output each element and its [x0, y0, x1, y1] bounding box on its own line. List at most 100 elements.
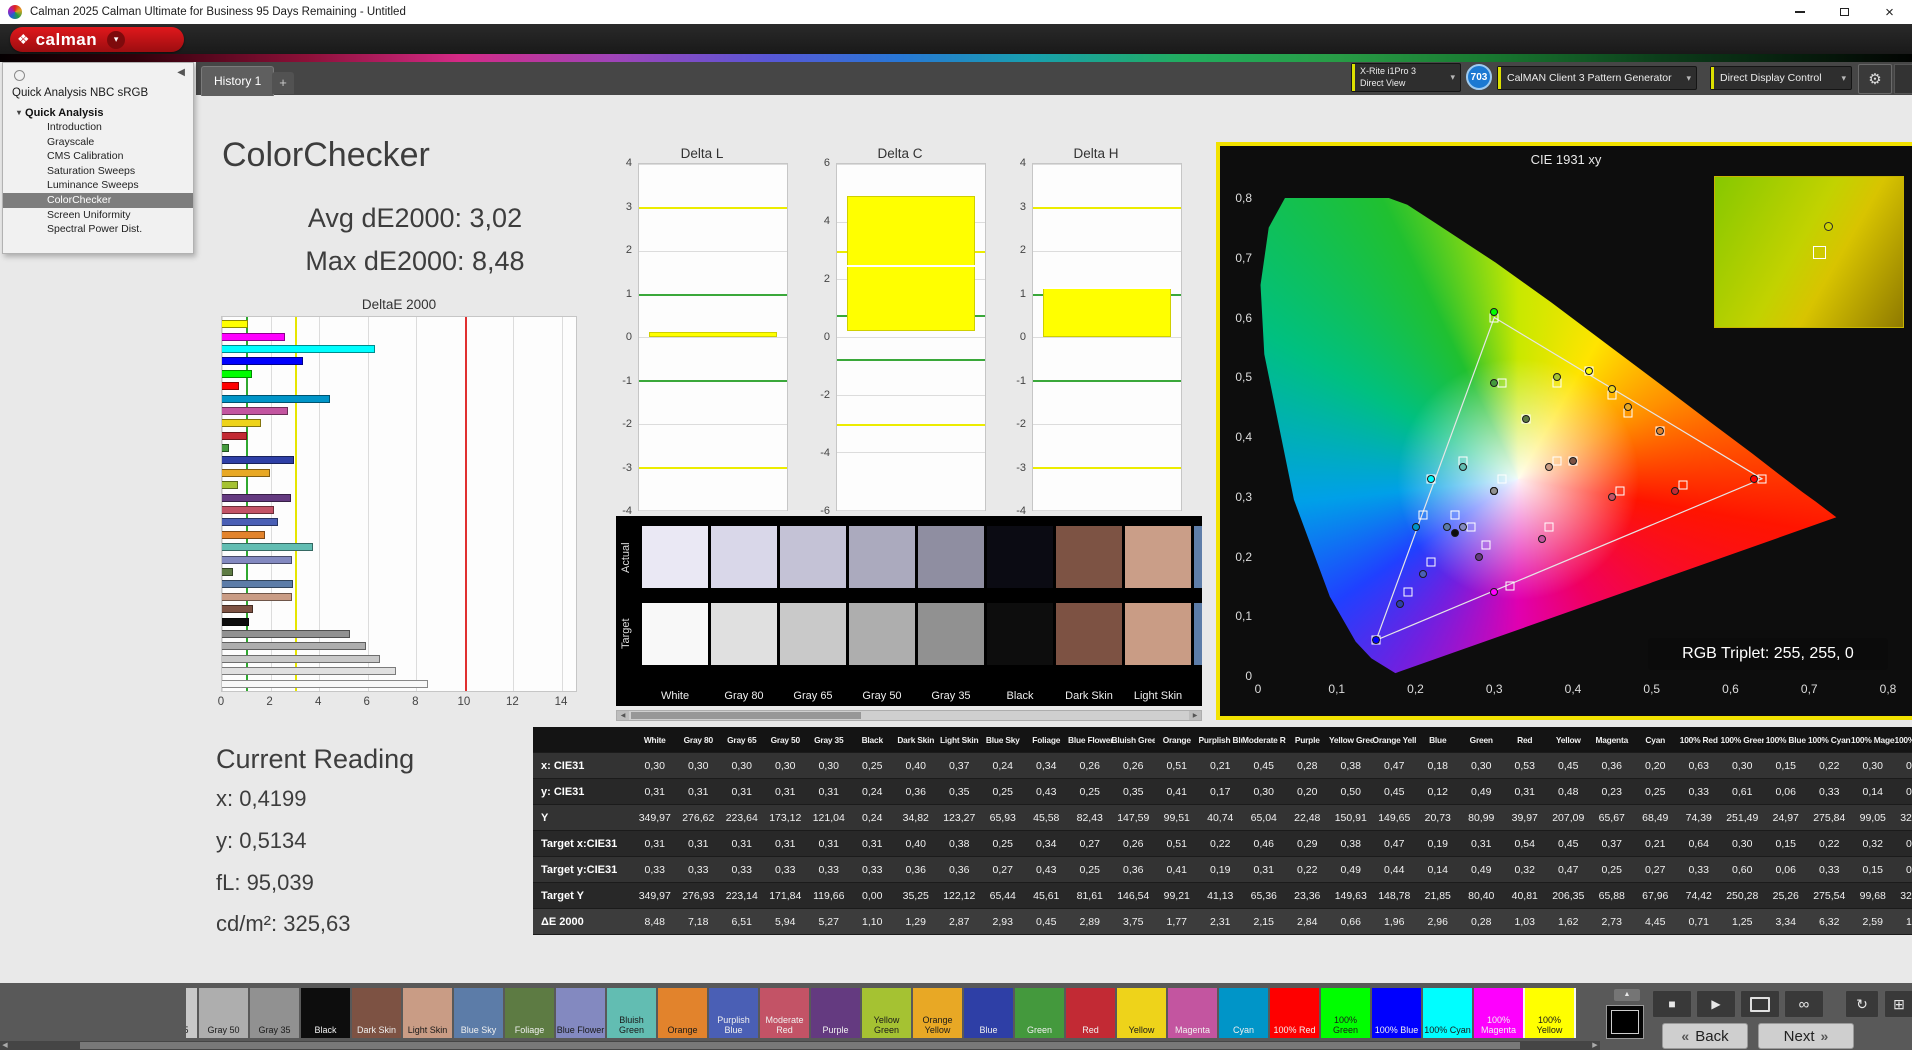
tree-item-cms-calibration[interactable]: CMS Calibration: [3, 149, 193, 164]
strip-patch-blue[interactable]: Blue: [964, 988, 1013, 1038]
target-swatch-gray-50[interactable]: [849, 603, 915, 665]
scroll-right-icon[interactable]: ▶: [1189, 711, 1201, 720]
table-cell: 0,45: [1547, 760, 1591, 772]
play-button[interactable]: ▶: [1696, 990, 1736, 1018]
strip-patch-100-green[interactable]: 100% Green: [1321, 988, 1370, 1038]
strip-patch-magenta[interactable]: Magenta: [1168, 988, 1217, 1038]
pattern-window-button[interactable]: [1606, 1005, 1644, 1039]
meter-reading-badge[interactable]: 703: [1466, 64, 1492, 90]
tree-item-screen-uniformity[interactable]: Screen Uniformity: [3, 208, 193, 223]
stop-button[interactable]: ■: [1652, 990, 1692, 1018]
target-swatch-white[interactable]: [642, 603, 708, 665]
target-swatch-gray-35[interactable]: [918, 603, 984, 665]
target-swatch-dark-skin[interactable]: [1056, 603, 1122, 665]
strip-patch-yellow-green[interactable]: Yellow Green: [862, 988, 911, 1038]
layout-grid-button[interactable]: ⊞: [1884, 990, 1912, 1018]
table-cell: 0,51: [1155, 760, 1199, 772]
actual-swatch-light-skin[interactable]: [1125, 526, 1191, 588]
table-cell: 276,62: [677, 812, 721, 824]
strip-patch-gray-50[interactable]: Gray 50: [199, 988, 248, 1038]
tree-item-spectral-power-dist-[interactable]: Spectral Power Dist.: [3, 222, 193, 237]
display-capture-button[interactable]: [1740, 990, 1780, 1018]
patch-label: Gray 65: [186, 1026, 197, 1036]
strip-patch-gray-35[interactable]: Gray 35: [250, 988, 299, 1038]
strip-patch-dark-skin[interactable]: Dark Skin: [352, 988, 401, 1038]
actual-swatch-dark-skin[interactable]: [1056, 526, 1122, 588]
table-cell: 0,30: [720, 760, 764, 772]
refresh-button[interactable]: ↻: [1845, 990, 1879, 1018]
scrollbar-thumb[interactable]: [80, 1042, 1520, 1049]
main-toolbar: History 1 + X-Rite i1Pro 3 Direct View ▾…: [196, 62, 1912, 95]
actual-swatch-black[interactable]: [987, 526, 1053, 588]
minimize-button[interactable]: [1777, 0, 1822, 24]
app-icon: [8, 5, 22, 19]
strip-patch-moderate-red[interactable]: Moderate Red: [760, 988, 809, 1038]
avg-de2000-value: Avg dE2000: 3,02: [200, 203, 630, 234]
strip-patch-blue-sky[interactable]: Blue Sky: [454, 988, 503, 1038]
actual-swatch-blue-sky[interactable]: [1194, 526, 1202, 588]
actual-swatch-gray-35[interactable]: [918, 526, 984, 588]
scrollbar-thumb[interactable]: [631, 712, 861, 719]
close-button[interactable]: ×: [1867, 0, 1912, 24]
table-cell: 2,84: [1286, 916, 1330, 928]
actual-swatch-gray-50[interactable]: [849, 526, 915, 588]
collapse-sidebar-button[interactable]: ◀: [177, 67, 185, 78]
tab-history-1[interactable]: History 1: [201, 66, 274, 96]
strip-patch-light-skin[interactable]: Light Skin: [403, 988, 452, 1038]
next-button[interactable]: Next »: [1758, 1023, 1854, 1049]
strip-patch-orange-yellow[interactable]: Orange Yellow: [913, 988, 962, 1038]
strip-patch-purplish-blue[interactable]: Purplish Blue: [709, 988, 758, 1038]
strip-patch-purple[interactable]: Purple: [811, 988, 860, 1038]
strip-patch-green[interactable]: Green: [1015, 988, 1064, 1038]
tree-expander-icon[interactable]: ▾: [17, 108, 21, 117]
maximize-button[interactable]: [1822, 0, 1867, 24]
strip-patch-100-cyan[interactable]: 100% Cyan: [1423, 988, 1472, 1038]
chevron-down-icon[interactable]: ▾: [107, 31, 125, 49]
table-cell: 0,30: [1721, 760, 1765, 772]
target-swatch-black[interactable]: [987, 603, 1053, 665]
tree-item-colorchecker[interactable]: ColorChecker: [3, 193, 193, 208]
continuous-read-button[interactable]: ∞: [1784, 990, 1824, 1018]
scroll-left-icon[interactable]: ◀: [0, 1041, 10, 1050]
strip-scrollbar[interactable]: ◀ ▶: [0, 1041, 1600, 1050]
pattern-generator-dropdown[interactable]: CalMAN Client 3 Pattern Generator ▾: [1497, 66, 1697, 90]
strip-patch-yellow[interactable]: Yellow: [1117, 988, 1166, 1038]
strip-patch-100-magenta[interactable]: 100% Magenta: [1474, 988, 1523, 1038]
strip-patch-cyan[interactable]: Cyan: [1219, 988, 1268, 1038]
target-swatch-blue-sky[interactable]: [1194, 603, 1202, 665]
scroll-left-icon[interactable]: ◀: [617, 711, 629, 720]
strip-patch-red[interactable]: Red: [1066, 988, 1115, 1038]
back-button[interactable]: « Back: [1662, 1023, 1748, 1049]
extra-toolbar-button[interactable]: [1894, 64, 1912, 94]
actual-swatch-gray-65[interactable]: [780, 526, 846, 588]
settings-button[interactable]: ⚙: [1858, 64, 1892, 94]
target-swatch-light-skin[interactable]: [1125, 603, 1191, 665]
strip-patch-foliage[interactable]: Foliage: [505, 988, 554, 1038]
tree-item-luminance-sweeps[interactable]: Luminance Sweeps: [3, 178, 193, 193]
actual-swatch-white[interactable]: [642, 526, 708, 588]
strip-patch-gray-65[interactable]: Gray 65: [186, 988, 197, 1038]
tree-item-introduction[interactable]: Introduction: [3, 120, 193, 135]
strip-patch-100-red[interactable]: 100% Red: [1270, 988, 1319, 1038]
strip-patch-black[interactable]: Black: [301, 988, 350, 1038]
swatch-scrollbar[interactable]: ◀ ▶: [616, 710, 1202, 721]
meter-dropdown[interactable]: X-Rite i1Pro 3 Direct View ▾: [1351, 63, 1461, 92]
compare-column-black: Black: [987, 516, 1053, 706]
strip-patch-100-blue[interactable]: 100% Blue: [1372, 988, 1421, 1038]
tree-item-grayscale[interactable]: Grayscale: [3, 135, 193, 150]
strip-patch-blue-flower[interactable]: Blue Flower: [556, 988, 605, 1038]
expand-panel-button[interactable]: ▲: [1614, 989, 1640, 1001]
tree-item-saturation-sweeps[interactable]: Saturation Sweeps: [3, 164, 193, 179]
actual-swatch-gray-80[interactable]: [711, 526, 777, 588]
scroll-right-icon[interactable]: ▶: [1590, 1041, 1600, 1050]
calman-logo-menu[interactable]: ❖ calman ▾: [10, 27, 184, 52]
strip-patch-100-yellow[interactable]: 100% Yellow: [1525, 988, 1574, 1038]
tree-node-quick-analysis[interactable]: ▾Quick Analysis: [3, 105, 193, 120]
add-tab-button[interactable]: +: [272, 72, 294, 94]
target-swatch-gray-80[interactable]: [711, 603, 777, 665]
meter-status-bar: [1352, 64, 1355, 91]
display-control-dropdown[interactable]: Direct Display Control ▾: [1710, 66, 1852, 90]
strip-patch-bluish-green[interactable]: Bluish Green: [607, 988, 656, 1038]
strip-patch-orange[interactable]: Orange: [658, 988, 707, 1038]
target-swatch-gray-65[interactable]: [780, 603, 846, 665]
